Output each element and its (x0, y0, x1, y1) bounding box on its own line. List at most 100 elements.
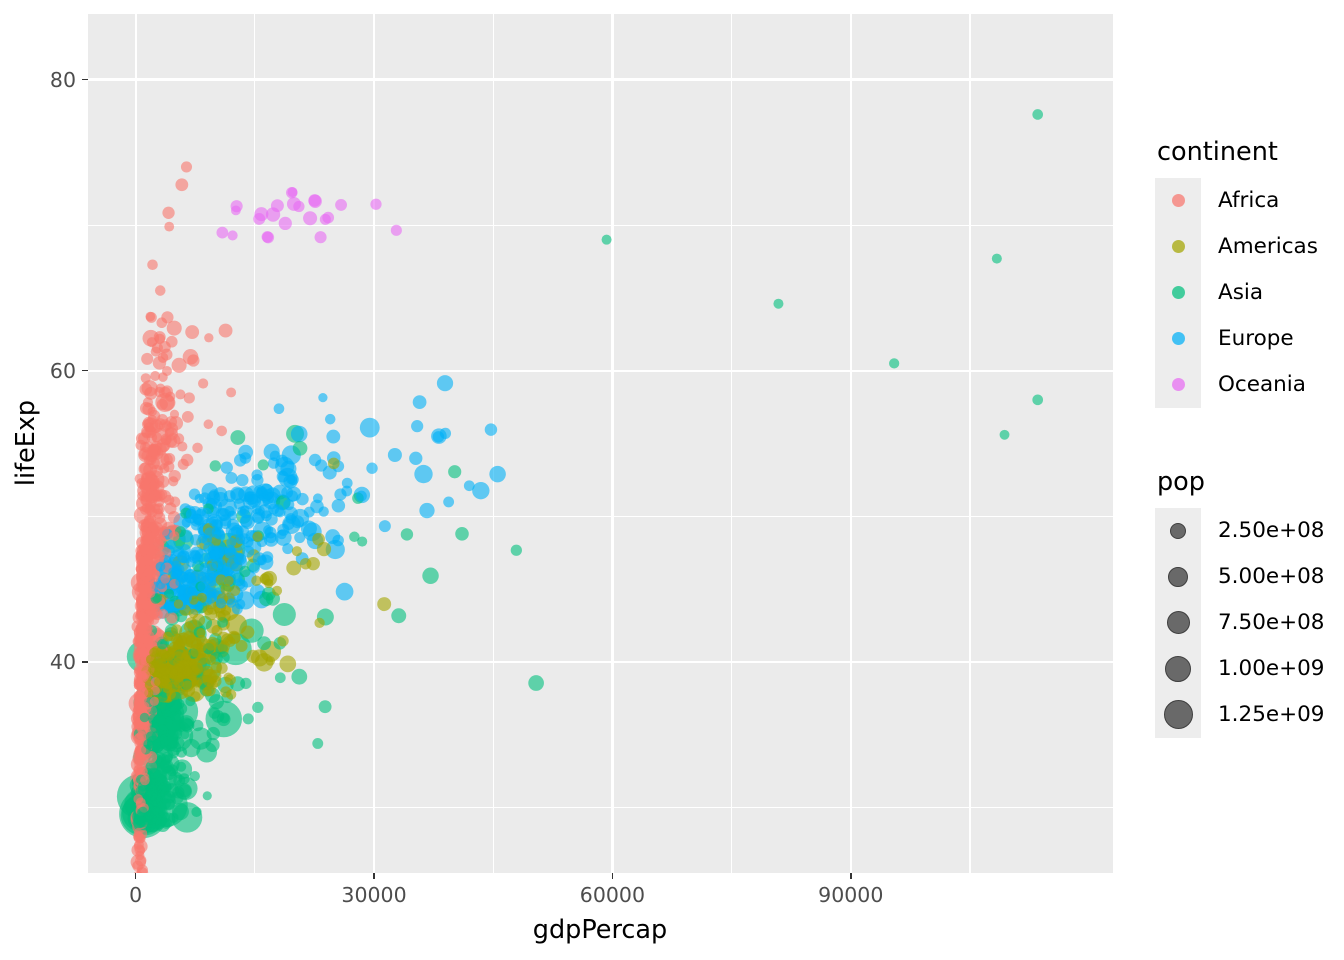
data-point (181, 650, 191, 661)
data-point (191, 719, 204, 732)
data-point (208, 516, 219, 527)
data-point (155, 561, 166, 572)
data-point (227, 510, 238, 521)
continent-legend-item-oceania[interactable]: Oceania (1155, 361, 1318, 408)
data-point (257, 459, 269, 471)
data-point (294, 532, 306, 544)
pop-legend-item-4[interactable]: 1.25e+09 (1155, 691, 1325, 738)
data-point (156, 662, 167, 673)
data-point (142, 397, 154, 408)
data-point (230, 430, 246, 445)
data-point (148, 443, 159, 453)
data-point (177, 458, 189, 470)
data-point (163, 494, 175, 506)
data-point (166, 720, 177, 731)
data-point (188, 608, 199, 619)
data-point (327, 457, 340, 470)
pop-legend-label: 2.50e+08 (1218, 518, 1325, 543)
data-point (162, 206, 175, 219)
data-point (246, 649, 260, 664)
data-point (291, 668, 308, 685)
data-point (159, 649, 169, 659)
data-point (1032, 394, 1044, 406)
data-point (357, 536, 368, 547)
data-point (156, 317, 168, 329)
pop-legend-label: 7.50e+08 (1218, 610, 1325, 635)
data-point (230, 205, 241, 216)
data-point (422, 567, 439, 585)
data-point (489, 465, 506, 483)
data-point (136, 622, 146, 632)
pop-legend-label: 1.25e+09 (1218, 702, 1325, 727)
data-point (999, 429, 1010, 440)
data-point (182, 593, 193, 603)
data-point (314, 617, 325, 629)
continent-color-swatch-icon (1171, 240, 1185, 253)
data-point (253, 213, 266, 225)
data-point (324, 413, 336, 425)
x-tick-mark (611, 873, 614, 879)
data-point (168, 812, 179, 823)
data-point (140, 670, 150, 680)
data-point (318, 392, 328, 403)
data-point (191, 677, 202, 688)
pop-legend-item-1[interactable]: 5.00e+08 (1155, 553, 1325, 600)
data-point (136, 558, 147, 568)
data-point (176, 746, 188, 758)
data-point (272, 585, 283, 596)
pop-legend-item-2[interactable]: 7.50e+08 (1155, 599, 1325, 646)
data-point (255, 505, 265, 516)
data-point (191, 662, 203, 674)
data-point (136, 730, 146, 740)
scatter-plot-figure: gdpPercap lifeExp continent Africa Americ… (0, 0, 1344, 960)
data-point (215, 598, 227, 609)
plot-panel (88, 14, 1113, 873)
data-point (312, 532, 325, 546)
data-point (159, 442, 170, 453)
data-point (257, 636, 272, 651)
pop-legend-item-0[interactable]: 2.50e+08 (1155, 507, 1325, 554)
data-point (208, 707, 221, 719)
continent-legend-item-europe[interactable]: Europe (1155, 315, 1318, 362)
data-point (147, 406, 157, 417)
data-point (137, 490, 148, 501)
y-axis-title: lifeExp (11, 399, 41, 487)
data-point (154, 285, 166, 296)
data-point (140, 373, 151, 384)
data-point (208, 489, 220, 500)
data-point (197, 642, 207, 652)
data-point (265, 656, 276, 666)
data-point (239, 452, 252, 464)
continent-legend-item-asia[interactable]: Asia (1155, 269, 1318, 316)
data-point (463, 480, 475, 492)
data-point (239, 514, 253, 528)
data-point (237, 506, 247, 516)
data-point (335, 198, 347, 211)
continent-legend-item-africa[interactable]: Africa (1155, 177, 1318, 224)
data-point (412, 395, 427, 409)
data-point (419, 502, 435, 519)
continent-legend-item-americas[interactable]: Americas (1155, 223, 1318, 270)
data-point (135, 850, 145, 861)
pop-legend-item-3[interactable]: 1.00e+09 (1155, 645, 1325, 692)
data-point (315, 459, 328, 472)
data-point (144, 531, 154, 541)
continent-color-swatch-icon (1171, 286, 1185, 299)
data-point (233, 553, 245, 565)
data-point (400, 528, 414, 541)
data-point (773, 298, 784, 309)
data-point (145, 425, 156, 436)
data-point (147, 259, 158, 271)
pop-legend-label: 1.00e+09 (1218, 656, 1325, 681)
data-point (160, 573, 171, 584)
pop-legend-label: 5.00e+08 (1218, 564, 1325, 589)
data-point (202, 665, 214, 677)
data-point (205, 654, 216, 666)
x-tick-mark (849, 873, 852, 879)
data-point (439, 427, 452, 439)
data-point (163, 680, 173, 690)
data-point (196, 507, 207, 517)
continent-legend-key (1155, 361, 1201, 408)
pop-size-swatch-icon (1163, 700, 1193, 729)
y-tick-mark (82, 369, 88, 372)
